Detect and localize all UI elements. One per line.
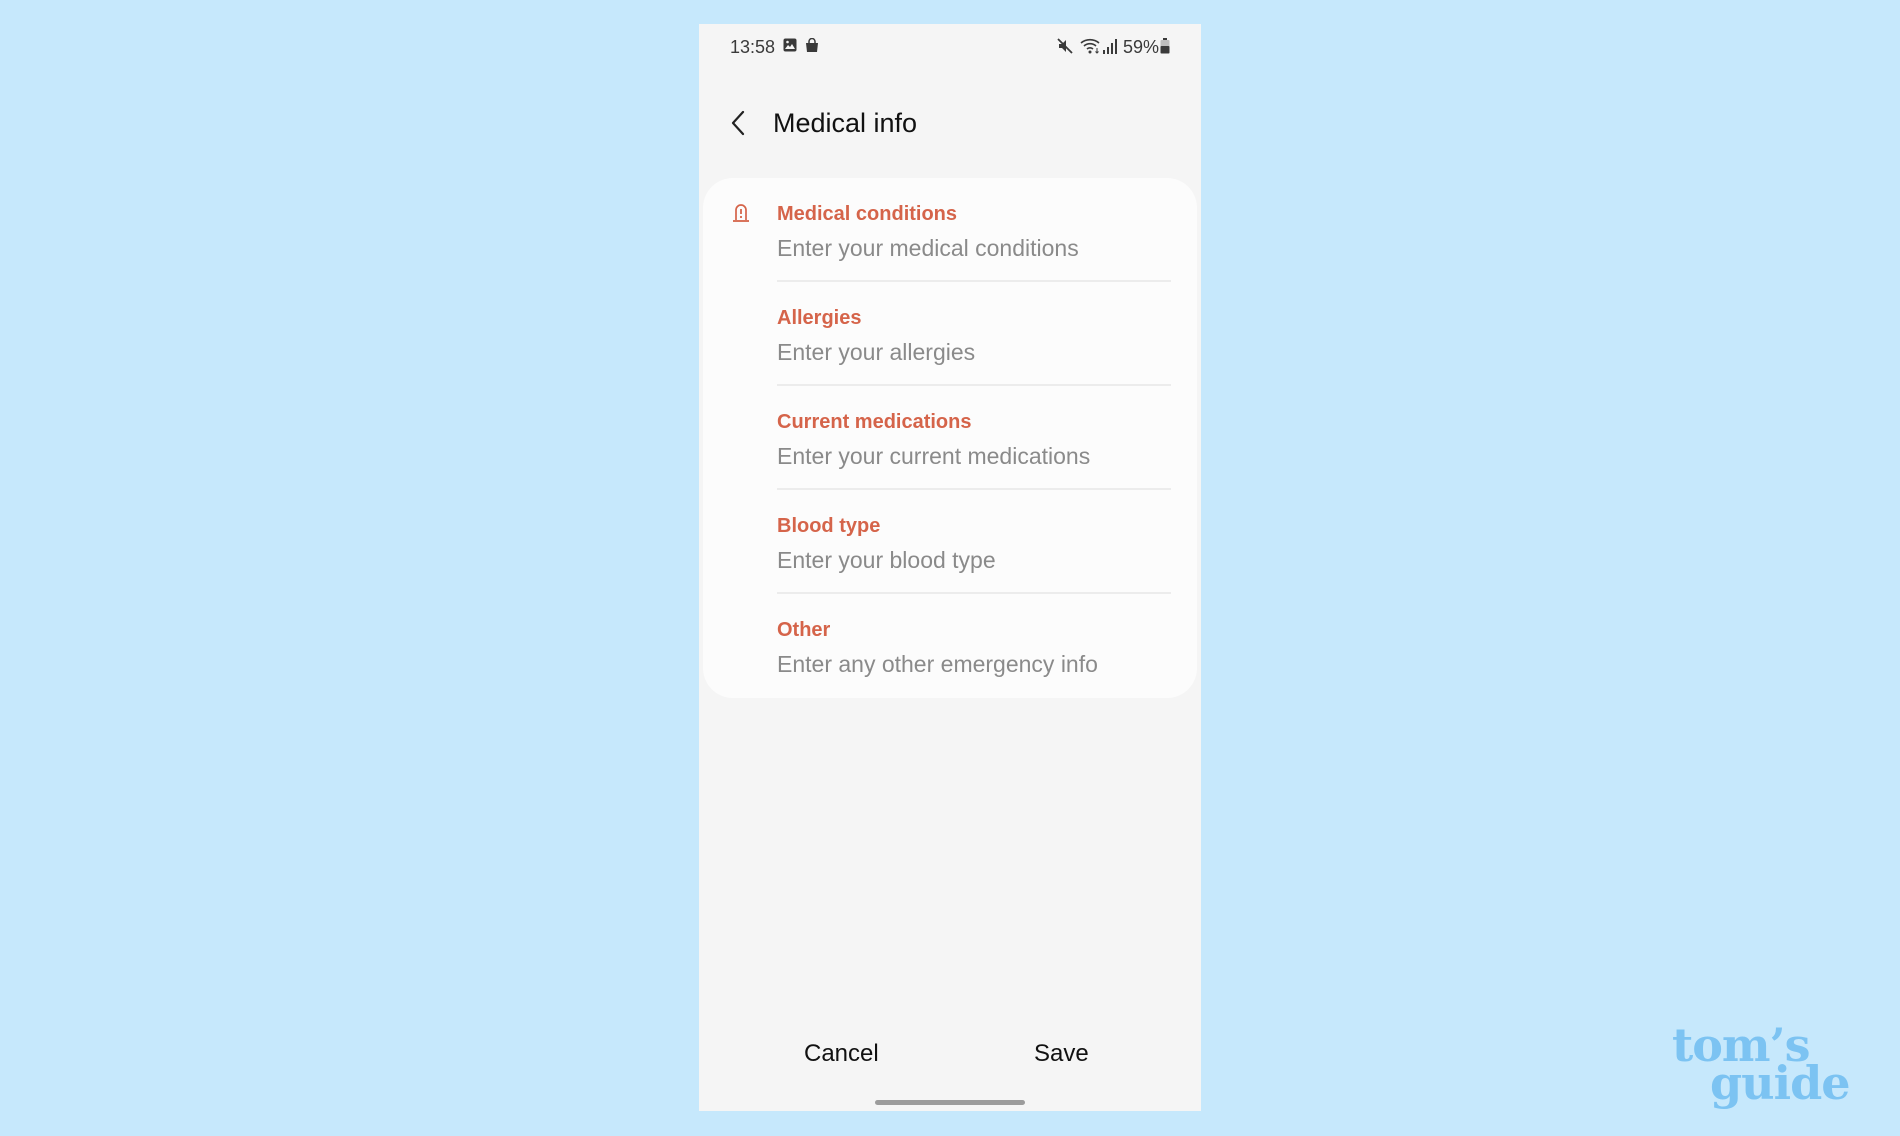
field-input[interactable]: Enter your blood type xyxy=(777,547,996,574)
field-input[interactable]: Enter your current medications xyxy=(777,443,1090,470)
field-input[interactable]: Enter your allergies xyxy=(777,339,975,366)
field-allergies[interactable]: Allergies Enter your allergies xyxy=(703,282,1197,386)
status-bar: 13:58 59% xyxy=(699,24,1201,68)
battery-percent: 59% xyxy=(1123,37,1160,57)
chevron-left-icon xyxy=(731,110,745,136)
field-other[interactable]: Other Enter any other emergency info xyxy=(703,594,1197,698)
field-label: Blood type xyxy=(777,515,881,537)
medical-alert-icon xyxy=(731,203,751,228)
cancel-button[interactable]: Cancel xyxy=(804,1040,879,1068)
field-label: Current medications xyxy=(777,411,972,433)
toms-guide-logo: tom’s guide xyxy=(1672,1022,1872,1106)
status-time: 13:58 xyxy=(730,37,776,57)
signal-icon xyxy=(1103,38,1117,59)
wifi-icon xyxy=(1080,38,1102,59)
field-current-medications[interactable]: Current medications Enter your current m… xyxy=(703,386,1197,490)
field-label: Other xyxy=(777,619,831,641)
field-blood-type[interactable]: Blood type Enter your blood type xyxy=(703,490,1197,594)
field-medical-conditions[interactable]: Medical conditions Enter your medical co… xyxy=(703,178,1197,282)
shopping-bag-icon xyxy=(805,37,819,58)
gallery-icon xyxy=(783,38,797,57)
phone-screen: 13:58 59% Medical info Medical condition… xyxy=(699,24,1201,1111)
back-button[interactable] xyxy=(727,108,751,138)
field-label: Medical conditions xyxy=(777,203,958,225)
field-input[interactable]: Enter your medical conditions xyxy=(777,235,1079,262)
page-title: Medical info xyxy=(773,108,918,138)
save-button[interactable]: Save xyxy=(1034,1040,1089,1068)
field-label: Allergies xyxy=(777,307,862,329)
field-input[interactable]: Enter any other emergency info xyxy=(777,651,1098,678)
medical-info-card: Medical conditions Enter your medical co… xyxy=(703,178,1197,698)
app-header: Medical info xyxy=(699,94,1201,150)
home-indicator[interactable] xyxy=(875,1100,1025,1105)
battery-icon xyxy=(1160,38,1170,59)
mute-icon xyxy=(1057,38,1073,59)
